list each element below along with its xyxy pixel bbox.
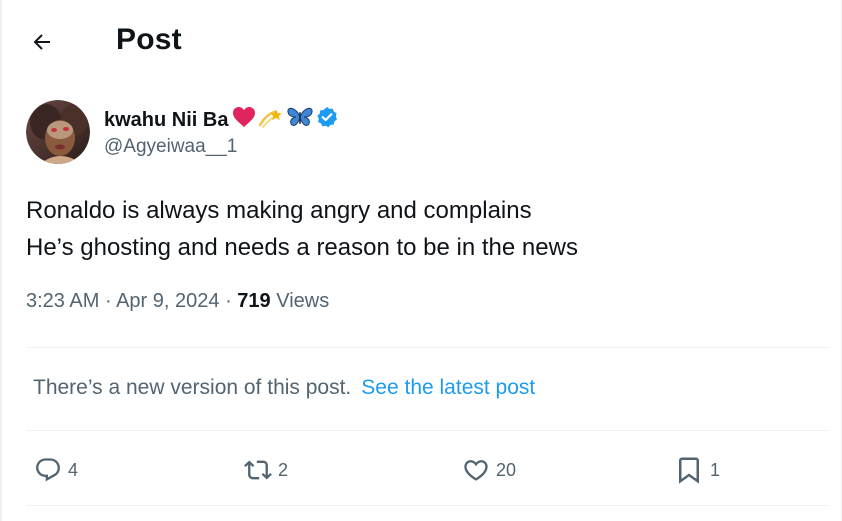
reply-icon [36, 458, 60, 482]
reply-count: 4 [68, 459, 79, 480]
meta-separator: · [104, 290, 112, 312]
divider [26, 430, 828, 431]
page-header: Post [0, 0, 842, 84]
page-title: Post [116, 23, 182, 56]
repost-count: 2 [278, 459, 289, 480]
meta-separator: · [225, 290, 232, 312]
post-author: kwahu Nii Ba @Agyeiwaa__1 [26, 100, 726, 170]
like-count: 20 [496, 459, 517, 480]
post-text-line: Ronaldo is always making angry and compl… [26, 197, 532, 224]
post-date[interactable]: Apr 9, 2024 [116, 290, 219, 312]
display-name[interactable]: kwahu Nii Ba [104, 105, 338, 135]
views-count: 719 [237, 290, 271, 312]
divider [26, 505, 828, 506]
views-label: Views [276, 290, 330, 312]
post-time[interactable]: 3:23 AM [26, 290, 99, 312]
post-meta: 3:23 AM · Apr 9, 2024 · 719 Views [26, 290, 329, 313]
bookmark-icon [679, 457, 699, 484]
arrow-left-icon [33, 34, 50, 50]
repost-icon [244, 460, 272, 480]
heart-emoji [232, 106, 256, 134]
like-button[interactable]: 20 [462, 450, 516, 490]
post-page: Post kwahu Nii Ba @Agyeiwaa__1 Ronaldo i… [0, 0, 842, 521]
post-body: Ronaldo is always making angry and compl… [26, 192, 578, 266]
back-button[interactable] [24, 24, 60, 60]
user-handle[interactable]: @Agyeiwaa__1 [104, 136, 237, 158]
butterfly-emoji [286, 105, 314, 135]
post-text-line: He’s ghosting and needs a reason to be i… [26, 234, 578, 261]
reply-button[interactable]: 4 [34, 450, 78, 490]
post-actions: 4 2 20 1 [0, 450, 842, 490]
heart-icon [464, 460, 488, 481]
display-name-text: kwahu Nii Ba [104, 108, 229, 131]
bookmark-count: 1 [710, 459, 721, 480]
see-latest-post-link[interactable]: See the latest post [361, 376, 535, 399]
avatar[interactable] [26, 100, 90, 164]
avatar-image [26, 100, 90, 164]
notice-text: There’s a new version of this post. [33, 376, 352, 399]
repost-button[interactable]: 2 [244, 450, 288, 490]
new-version-notice: There’s a new version of this post. See t… [33, 376, 535, 400]
bookmark-button[interactable]: 1 [674, 450, 720, 490]
shooting-star-emoji [258, 105, 284, 135]
divider [26, 347, 828, 348]
verified-badge-icon [316, 106, 338, 134]
